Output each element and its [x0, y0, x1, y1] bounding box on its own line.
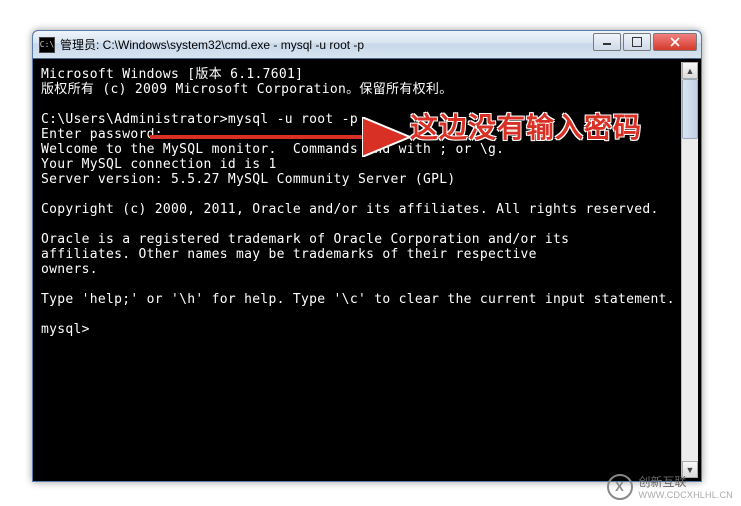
scroll-up-button[interactable]: ▲: [682, 62, 698, 79]
cmd-window: C:\ 管理员: C:\Windows\system32\cmd.exe - m…: [32, 30, 702, 482]
terminal-output: Microsoft Windows [版本 6.1.7601] 版权所有 (c)…: [39, 65, 680, 339]
titlebar[interactable]: C:\ 管理员: C:\Windows\system32\cmd.exe - m…: [33, 31, 701, 59]
watermark: X 创新互联 WWW.CDCXHLHL.CN: [607, 473, 734, 500]
close-button[interactable]: [653, 33, 697, 51]
title-prefix: 管理员:: [60, 38, 103, 52]
watermark-domain: WWW.CDCXHLHL.CN: [639, 490, 734, 500]
watermark-brand: 创新互联: [639, 473, 734, 490]
title-path: C:\Windows\system32\cmd.exe - mysql -u r…: [103, 38, 364, 52]
terminal-area[interactable]: Microsoft Windows [版本 6.1.7601] 版权所有 (c)…: [33, 59, 701, 481]
watermark-text: 创新互联 WWW.CDCXHLHL.CN: [639, 473, 734, 500]
minimize-button[interactable]: [593, 33, 621, 51]
maximize-button[interactable]: [623, 33, 651, 51]
cmd-icon: C:\: [39, 37, 55, 53]
terminal-viewport[interactable]: Microsoft Windows [版本 6.1.7601] 版权所有 (c)…: [39, 65, 680, 475]
window-controls: [591, 33, 697, 51]
scroll-track[interactable]: [682, 79, 698, 461]
watermark-logo-icon: X: [607, 474, 633, 500]
vertical-scrollbar[interactable]: ▲ ▼: [681, 62, 698, 478]
scroll-thumb[interactable]: [682, 79, 698, 139]
